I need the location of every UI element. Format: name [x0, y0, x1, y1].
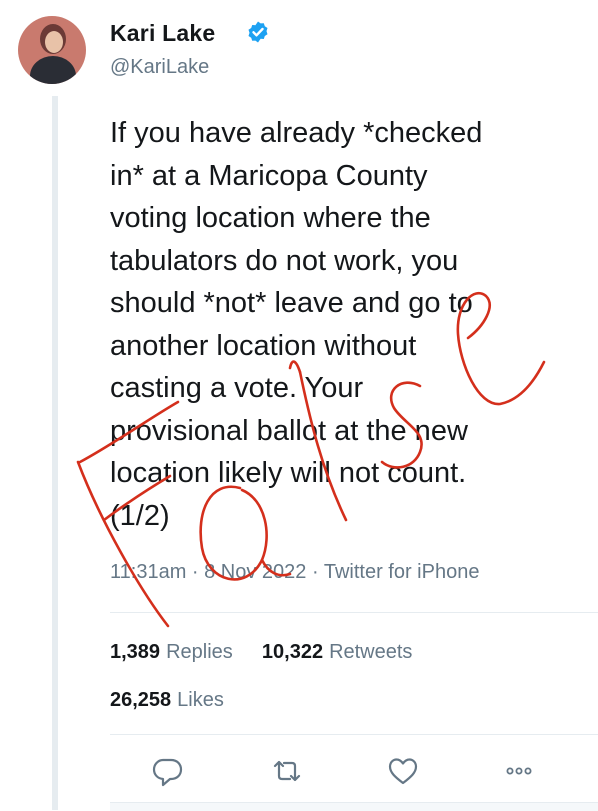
replies-stat[interactable]: 1,389 Replies — [110, 641, 238, 663]
replies-count: 1,389 — [110, 641, 161, 663]
retweets-count: 10,322 — [261, 641, 324, 663]
divider — [110, 734, 598, 735]
divider — [110, 612, 598, 613]
likes-label: Likes — [177, 689, 224, 711]
thread-line — [52, 96, 58, 810]
likes-count: 26,258 — [110, 689, 172, 711]
like-icon[interactable] — [386, 754, 420, 788]
likes-stat[interactable]: 26,258 Likes — [110, 689, 224, 712]
author-handle[interactable]: @KariLake — [110, 56, 209, 79]
retweets-stat[interactable]: 10,322 Retweets — [262, 641, 413, 663]
reply-icon[interactable] — [150, 754, 184, 788]
more-icon[interactable] — [502, 754, 536, 788]
verified-badge-icon — [248, 21, 268, 43]
replies-label: Replies — [166, 641, 233, 663]
author-name[interactable]: Kari Lake — [110, 20, 215, 47]
retweets-label: Retweets — [329, 641, 413, 663]
retweet-icon[interactable] — [270, 754, 304, 788]
engagement-stats: 1,389 Replies 10,322 Retweets — [110, 641, 412, 664]
tweet-meta[interactable]: 11:31am · 8 Nov 2022 · Twitter for iPhon… — [110, 561, 479, 584]
avatar[interactable] — [18, 16, 86, 84]
tweet-text: If you have already *checked in* at a Ma… — [110, 117, 483, 532]
action-bar — [110, 754, 550, 788]
